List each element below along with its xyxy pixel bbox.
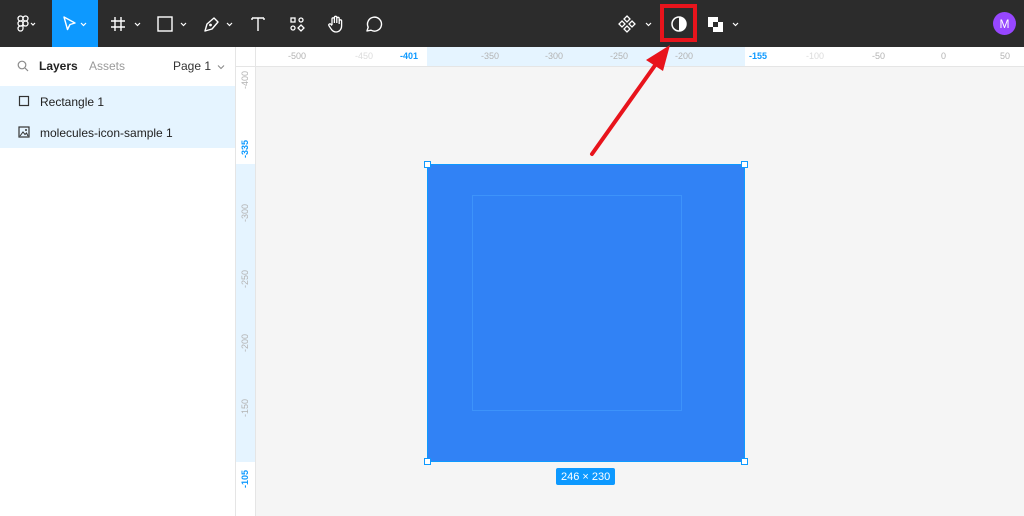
resize-handle-top-left[interactable] bbox=[424, 161, 431, 168]
layer-row[interactable]: molecules-icon-sample 1 bbox=[0, 117, 235, 148]
ruler-label: -250 bbox=[610, 51, 629, 61]
text-tool-button[interactable] bbox=[246, 0, 270, 47]
size-label: 246 × 230 bbox=[561, 470, 611, 483]
ruler-corner bbox=[236, 47, 256, 67]
figma-menu-button[interactable] bbox=[8, 0, 44, 47]
ruler-label: -400 bbox=[240, 70, 250, 89]
chevron-down-icon bbox=[217, 59, 225, 73]
layer-name: molecules-icon-sample 1 bbox=[40, 126, 173, 140]
ruler-label: -50 bbox=[872, 51, 886, 61]
frame-tool-button[interactable] bbox=[106, 0, 146, 47]
resources-icon bbox=[288, 15, 306, 33]
rectangle-tool-button[interactable] bbox=[154, 0, 190, 47]
comment-tool-button[interactable] bbox=[360, 0, 388, 47]
resources-button[interactable] bbox=[284, 0, 310, 47]
ruler-label: -105 bbox=[240, 469, 250, 488]
ruler-label: -300 bbox=[240, 203, 250, 222]
resize-handle-bottom-right[interactable] bbox=[741, 458, 748, 465]
ruler-label: -401 bbox=[400, 51, 419, 61]
page-selector[interactable]: Page 1 bbox=[173, 59, 225, 73]
hand-tool-button[interactable] bbox=[322, 0, 350, 47]
ruler-label: -200 bbox=[240, 333, 250, 352]
ruler-label: 50 bbox=[1000, 51, 1011, 61]
image-layer-icon bbox=[18, 126, 30, 141]
ruler-selection-range bbox=[427, 47, 745, 66]
panel-tabs: Layers Assets Page 1 bbox=[0, 47, 235, 85]
page-selector-label: Page 1 bbox=[173, 59, 212, 73]
layers-panel: Layers Assets Page 1 Rectangle 1 molecul… bbox=[0, 47, 236, 516]
ruler-label: -200 bbox=[675, 51, 694, 61]
size-badge: 246 × 230 bbox=[556, 468, 616, 485]
boolean-operation-button[interactable] bbox=[704, 0, 744, 47]
resize-handle-bottom-left[interactable] bbox=[424, 458, 431, 465]
comment-tool-icon bbox=[364, 14, 384, 34]
annotation-highlight-box bbox=[660, 4, 697, 42]
rectangle-layer-icon bbox=[18, 95, 30, 110]
component-icon bbox=[617, 14, 655, 34]
ruler-label: -100 bbox=[806, 51, 825, 61]
tab-layers[interactable]: Layers bbox=[39, 59, 78, 73]
hand-tool-icon bbox=[326, 14, 346, 34]
ruler-label: -250 bbox=[240, 269, 250, 288]
avatar-initial: M bbox=[999, 16, 1010, 31]
pen-tool-icon bbox=[201, 15, 235, 33]
ruler-label: -155 bbox=[749, 51, 768, 61]
resize-handle-top-right[interactable] bbox=[741, 161, 748, 168]
figma-app: M Layers Assets Page 1 Rectangle 1 molec… bbox=[0, 0, 1024, 516]
ruler-label: 0 bbox=[941, 51, 947, 61]
figma-menu-icon bbox=[15, 14, 37, 33]
move-tool-button[interactable] bbox=[52, 0, 98, 47]
search-icon[interactable] bbox=[17, 59, 29, 77]
inner-image-bounds bbox=[472, 195, 682, 411]
ruler-label: -335 bbox=[240, 139, 250, 158]
ruler-label: -500 bbox=[288, 51, 307, 61]
ruler-label: -450 bbox=[355, 51, 374, 61]
user-avatar[interactable]: M bbox=[993, 12, 1016, 35]
frame-tool-icon bbox=[109, 15, 143, 33]
ruler-label: -150 bbox=[240, 398, 250, 417]
toolbar: M bbox=[0, 0, 1024, 47]
ruler-left: -400 -335 -300 -250 -200 -150 -105 bbox=[236, 67, 256, 516]
rectangle-tool-icon bbox=[155, 15, 189, 33]
tab-assets[interactable]: Assets bbox=[89, 59, 125, 73]
ruler-label: -350 bbox=[481, 51, 500, 61]
text-tool-icon bbox=[249, 15, 267, 33]
layer-row[interactable]: Rectangle 1 bbox=[0, 86, 235, 117]
move-tool-icon bbox=[60, 15, 90, 33]
pen-tool-button[interactable] bbox=[200, 0, 236, 47]
ruler-top: -500 -450 -401 -350 -300 -250 -200 -155 … bbox=[236, 47, 1024, 67]
boolean-icon bbox=[705, 14, 743, 34]
layer-name: Rectangle 1 bbox=[40, 95, 105, 109]
ruler-label: -300 bbox=[545, 51, 564, 61]
create-component-button[interactable] bbox=[616, 0, 656, 47]
